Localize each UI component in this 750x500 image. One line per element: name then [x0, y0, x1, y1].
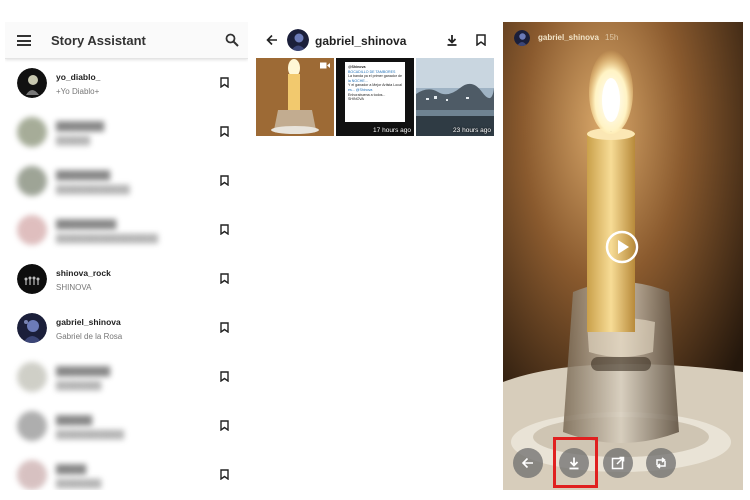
bookmark-icon[interactable]: [220, 224, 229, 235]
viewer-username: gabriel_shinova: [538, 33, 599, 42]
account-subtitle: +Yo Diablo+: [56, 87, 100, 96]
account-name: gabriel_shinova: [56, 317, 121, 327]
bookmark-icon[interactable]: [220, 469, 229, 480]
avatar: [17, 166, 47, 196]
story-thumbnail[interactable]: [256, 58, 334, 136]
account-name: yo_diablo_: [56, 72, 101, 82]
bookmark-icon[interactable]: [220, 175, 229, 186]
app-bar: Story Assistant: [5, 22, 248, 59]
avatar: [514, 30, 530, 46]
account-row[interactable]: gabriel_shinova Gabriel de la Rosa: [5, 305, 248, 354]
account-row[interactable]: ██████████ ██████████████████: [5, 207, 248, 256]
thumbnail-time: 17 hours ago: [373, 127, 411, 134]
avatar: [17, 117, 47, 147]
account-subtitle: ████████: [56, 381, 102, 390]
account-name: █████████: [56, 366, 111, 376]
user-stories-panel: gabriel_shinova @Shinova BOCADILLO DE TA…: [256, 22, 496, 142]
bookmark-icon[interactable]: [220, 77, 229, 88]
bookmark-icon[interactable]: [220, 371, 229, 382]
avatar: [17, 362, 47, 392]
stories-header: gabriel_shinova: [256, 22, 496, 58]
tweet-line: SHINOVA: [348, 97, 364, 102]
account-name: shinova_rock: [56, 268, 111, 278]
story-assistant-list-panel: Story Assistant yo_diablo_ +Yo Diablo+ █…: [5, 22, 248, 490]
account-row[interactable]: shinova_rock SHINOVA: [5, 256, 248, 305]
bookmark-icon[interactable]: [220, 322, 229, 333]
story-thumbnail[interactable]: 23 hours ago: [416, 58, 494, 136]
search-icon[interactable]: [225, 33, 239, 47]
avatar: [17, 460, 47, 490]
story-viewer-panel: gabriel_shinova 15h: [503, 22, 743, 490]
avatar: [17, 68, 47, 98]
open-external-icon: [611, 456, 625, 470]
account-row[interactable]: █████ ████████: [5, 452, 248, 490]
avatar: [17, 313, 47, 343]
account-subtitle: Gabriel de la Rosa: [56, 332, 123, 341]
thumbnail-time: 23 hours ago: [453, 127, 491, 134]
bookmark-icon[interactable]: [220, 273, 229, 284]
account-row[interactable]: ██████ ████████████: [5, 403, 248, 452]
video-icon: [320, 62, 330, 69]
account-name: ████████: [56, 121, 105, 131]
account-subtitle: ██████: [56, 136, 91, 145]
account-subtitle: ██████████████████: [56, 234, 159, 243]
repost-icon: [656, 457, 666, 469]
story-age: 15h: [605, 33, 619, 42]
account-name: ██████: [56, 415, 93, 425]
story-thumbnail[interactable]: @Shinova BOCADILLO DE TAMBORES La banda …: [336, 58, 414, 136]
account-subtitle: █████████████: [56, 185, 130, 194]
account-subtitle: SHINOVA: [56, 283, 92, 292]
avatar: [287, 29, 309, 51]
avatar: [17, 411, 47, 441]
back-button[interactable]: [513, 448, 543, 478]
account-row[interactable]: ████████ ██████: [5, 109, 248, 158]
avatar: [17, 264, 47, 294]
account-row[interactable]: █████████ ████████: [5, 354, 248, 403]
play-icon[interactable]: [605, 230, 639, 264]
repost-button[interactable]: [646, 448, 676, 478]
bookmark-icon[interactable]: [220, 420, 229, 431]
bookmark-icon[interactable]: [476, 34, 486, 46]
account-row[interactable]: yo_diablo_ +Yo Diablo+: [5, 60, 248, 109]
tweet-card: @Shinova BOCADILLO DE TAMBORES La banda …: [345, 62, 405, 122]
account-row[interactable]: █████████ █████████████: [5, 158, 248, 207]
download-icon[interactable]: [446, 34, 458, 46]
app-title: Story Assistant: [51, 33, 146, 48]
account-name: █████████: [56, 170, 111, 180]
account-subtitle: ████████████: [56, 430, 125, 439]
story-username: gabriel_shinova: [315, 34, 407, 48]
account-name: ██████████: [56, 219, 117, 229]
open-external-button[interactable]: [603, 448, 633, 478]
account-subtitle: ████████: [56, 479, 102, 488]
download-highlight-box: [553, 437, 598, 488]
arrow-left-icon[interactable]: [266, 34, 278, 46]
bookmark-icon[interactable]: [220, 126, 229, 137]
avatar: [17, 215, 47, 245]
hamburger-icon[interactable]: [17, 35, 31, 46]
account-name: █████: [56, 464, 87, 474]
arrow-left-icon: [521, 457, 533, 469]
